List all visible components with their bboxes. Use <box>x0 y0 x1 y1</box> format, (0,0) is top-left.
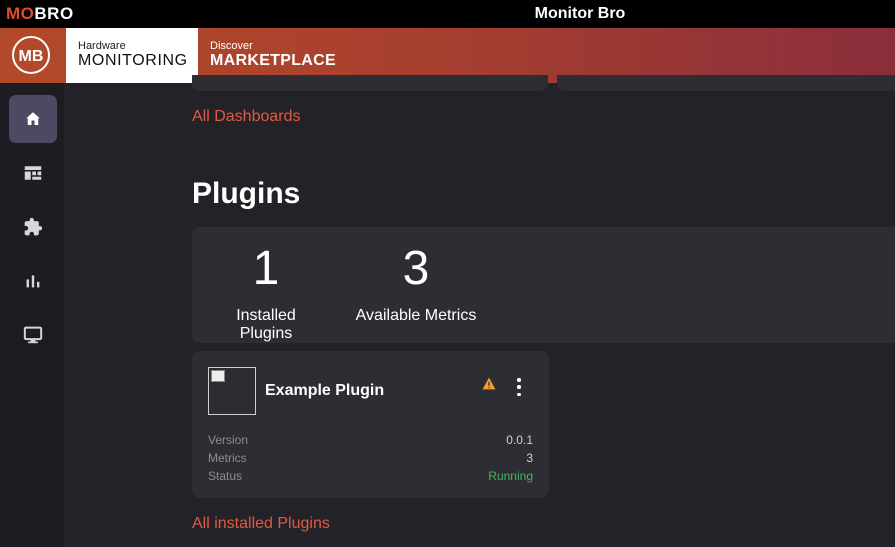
plugins-heading: Plugins <box>192 177 301 210</box>
warning-icon[interactable] <box>482 377 496 395</box>
dashboard-icon <box>24 166 42 180</box>
bar-chart-icon <box>26 275 40 288</box>
info-label: Status <box>208 469 243 483</box>
main-content: All Dashboards Plugins 1 Installed Plugi… <box>64 75 895 547</box>
home-icon <box>26 112 40 125</box>
more-options-icon[interactable] <box>515 378 523 396</box>
all-dashboards-link[interactable]: All Dashboards <box>192 108 301 126</box>
plugin-image-broken-icon <box>208 367 256 415</box>
puzzle-icon <box>24 217 43 236</box>
info-value: 3 <box>526 451 533 465</box>
nav-tab-big-label: MARKETPLACE <box>210 52 336 69</box>
all-installed-plugins-link[interactable]: All installed Plugins <box>192 515 330 533</box>
sidebar-item-metrics[interactable] <box>9 257 57 305</box>
sidebar-item-displays[interactable] <box>9 311 57 359</box>
status-running-value: Running <box>488 469 533 483</box>
nav-tab-small-label: Hardware <box>78 40 126 52</box>
sidebar-item-home[interactable] <box>9 95 57 143</box>
stat-available-metrics: 3 Available Metrics <box>354 241 478 325</box>
plugin-card[interactable]: Example Plugin Version 0.0.1 Metrics 3 S… <box>192 351 549 498</box>
plugin-name: Example Plugin <box>265 382 385 399</box>
nav-tab-big-label: MONITORING <box>78 52 188 69</box>
sidebar-item-dashboards[interactable] <box>9 149 57 197</box>
stat-installed-plugins: 1 Installed Plugins <box>208 241 324 343</box>
title-bar: MOBRO Monitor Bro <box>0 0 895 28</box>
plugin-info-row-version: Version 0.0.1 <box>208 433 533 447</box>
info-value: 0.0.1 <box>506 433 533 447</box>
plugins-stats-card: 1 Installed Plugins 3 Available Metrics <box>192 227 895 343</box>
stat-label: Available Metrics <box>355 307 477 324</box>
stat-label: Installed Plugins <box>236 307 296 342</box>
plugin-info-row-metrics: Metrics 3 <box>208 451 533 465</box>
window-title: Monitor Bro <box>534 5 626 22</box>
sidebar-item-plugins[interactable] <box>9 203 57 251</box>
sidebar <box>0 83 64 547</box>
plugin-info-row-status: Status Running <box>208 469 533 483</box>
nav-tab-small-label: Discover <box>210 40 253 52</box>
dashboard-card-stub <box>557 75 895 91</box>
info-label: Metrics <box>208 451 247 465</box>
stat-value: 3 <box>402 242 430 295</box>
mb-logo-icon[interactable]: MB <box>12 36 50 74</box>
dashboard-card-stub <box>192 75 548 91</box>
info-label: Version <box>208 433 249 447</box>
monitor-icon <box>23 326 43 344</box>
stat-value: 1 <box>252 242 280 295</box>
nav-tab-hardware-monitoring[interactable]: Hardware MONITORING <box>66 28 198 83</box>
svg-text:MB: MB <box>19 48 44 65</box>
